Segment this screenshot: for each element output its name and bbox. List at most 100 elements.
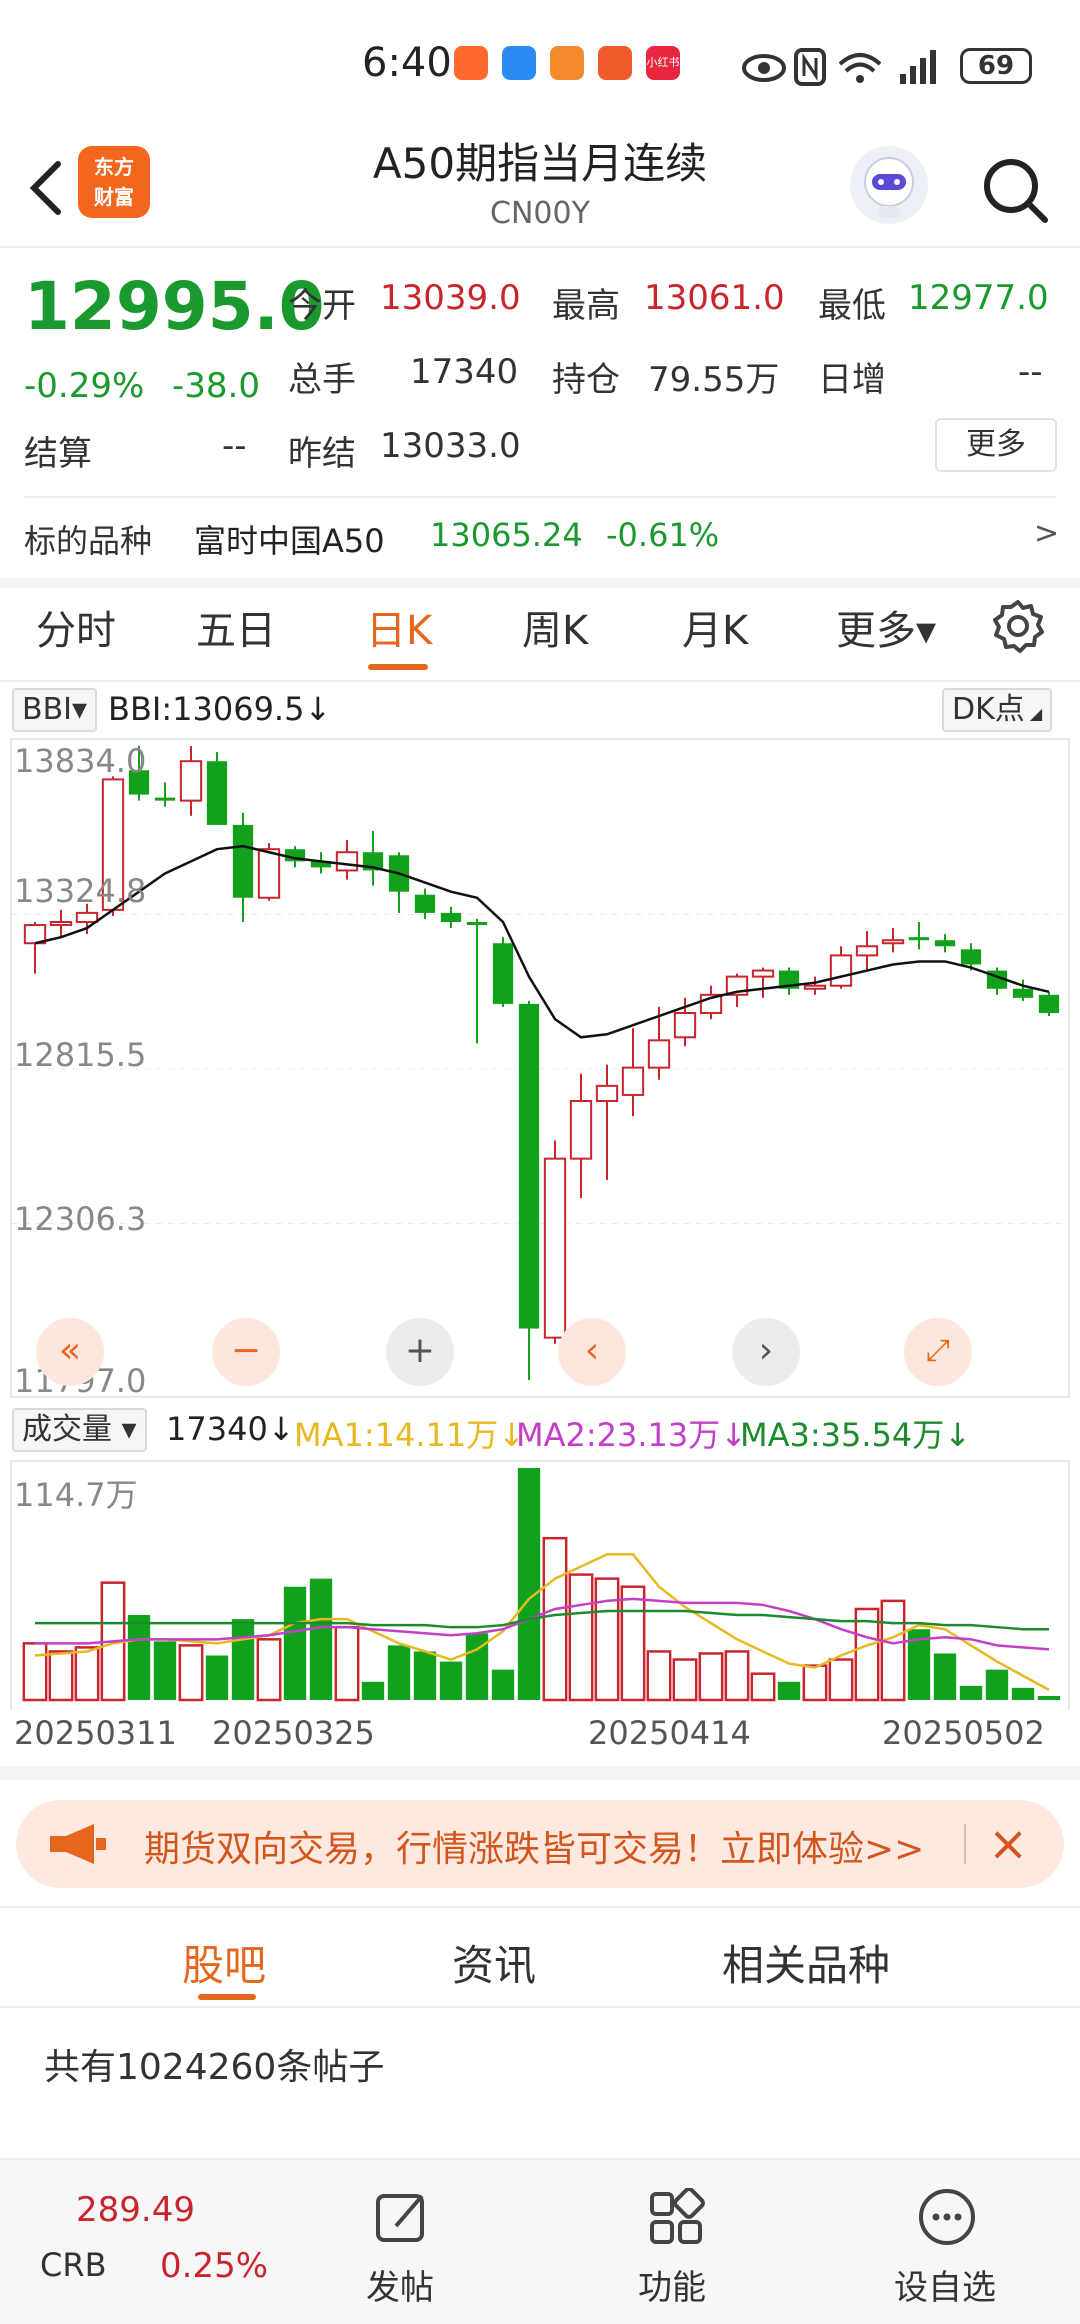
candle [621, 1028, 645, 1117]
candle [778, 967, 800, 995]
volume-bar [959, 1685, 983, 1700]
candle [154, 782, 176, 807]
volume-bar [334, 1625, 360, 1702]
volume-chart[interactable] [10, 1460, 1070, 1710]
tab-related[interactable]: 相关品种 [722, 1932, 890, 1993]
app-icon-4 [598, 46, 632, 80]
volume-bar [802, 1664, 828, 1702]
candle [543, 1140, 567, 1344]
tab-daily-k[interactable]: 日K [366, 598, 432, 656]
nav-functions[interactable]: 功能 [610, 2160, 740, 2324]
ma2-value: MA2:23.13万↓ [516, 1416, 748, 1454]
volume-bar [309, 1578, 333, 1700]
nav-post[interactable]: 发帖 [340, 2160, 470, 2324]
promo-banner[interactable]: 期货双向交易，行情涨跌皆可交易！立即体验>> × [16, 1800, 1064, 1888]
volume-bar [491, 1669, 515, 1700]
megaphone-icon [50, 1824, 106, 1864]
volume-bar [880, 1599, 906, 1702]
bbi-value: BBI:13069.5↓ [108, 690, 332, 728]
tab-weekly-k[interactable]: 周K [522, 598, 588, 656]
tab-monthly-k[interactable]: 月K [682, 598, 748, 656]
nav-add-watchlist-label: 设自选 [894, 2268, 996, 2308]
y-tick-label: 13834.0 [14, 742, 147, 780]
fullscreen-icon[interactable]: ⤢ [904, 1318, 972, 1386]
gear-icon[interactable] [990, 598, 1046, 654]
assistant-robot-icon[interactable] [850, 146, 928, 224]
volume-bar [1037, 1695, 1061, 1700]
tab-more[interactable]: 更多▾ [836, 598, 936, 656]
x-tick-label: 20250325 [212, 1714, 375, 1752]
nav-add-watchlist[interactable]: 设自选 [880, 2160, 1030, 2324]
volume-bar [985, 1669, 1009, 1700]
crb-label: CRB [40, 2246, 107, 2284]
tab-intraday[interactable]: 分时 [36, 598, 116, 656]
volume-bar [542, 1536, 568, 1702]
candle [1038, 991, 1060, 1017]
candle [986, 967, 1008, 995]
underlying-change: -0.61% [606, 516, 720, 554]
candle [881, 928, 905, 953]
volume-bar [672, 1658, 698, 1702]
promo-text: 期货双向交易，行情涨跌皆可交易！立即体验>> [144, 1829, 925, 1870]
volume-bar [777, 1681, 801, 1700]
volume-bar [256, 1638, 282, 1702]
indicator-selector[interactable]: BBI▾ [12, 688, 98, 732]
candle [388, 852, 410, 913]
candle [595, 1064, 619, 1180]
volume-plot [22, 1468, 1061, 1702]
zoom-in-button[interactable]: + [386, 1318, 454, 1386]
volume-bar [413, 1651, 437, 1700]
more-button[interactable]: 更多 [935, 418, 1057, 472]
kline-chart[interactable] [10, 738, 1070, 1398]
settlement-value: -- [222, 426, 247, 466]
volume-bar [439, 1661, 463, 1700]
underlying-row[interactable]: 标的品种 富时中国A50 13065.24 -0.61% > [0, 500, 1080, 580]
candle [466, 918, 488, 1044]
chevron-right-icon: > [1034, 516, 1060, 551]
volume-bar [387, 1645, 411, 1700]
candle [440, 906, 462, 929]
candle [934, 934, 956, 953]
low-label: 最低 [818, 286, 886, 326]
candle [803, 976, 827, 995]
section-gap [0, 578, 1080, 588]
volume-current: 17340↓ [166, 1410, 295, 1448]
divider [0, 680, 1080, 682]
shield-icon [502, 46, 536, 80]
app-icon-5: 小红书 [646, 46, 680, 80]
nfc-icon [794, 48, 826, 86]
volume-label: 总手 [288, 360, 356, 400]
volume-bar [178, 1644, 204, 1702]
post-count: 共有1024260条帖子 [44, 2047, 385, 2088]
candle [829, 946, 853, 989]
tab-five-day[interactable]: 五日 [196, 598, 276, 656]
scroll-right-button[interactable]: › [732, 1318, 800, 1386]
dk-point-button[interactable]: DK点 ◢ [942, 688, 1053, 732]
back-icon[interactable] [22, 158, 72, 218]
candle [179, 746, 203, 816]
y-tick-label: 12306.3 [14, 1200, 147, 1238]
scroll-left-fast-button[interactable]: « [36, 1318, 104, 1386]
section-gap [0, 1766, 1080, 1780]
close-icon[interactable]: × [988, 1816, 1028, 1872]
volume-bar [231, 1619, 255, 1700]
volume-value: 17340 [410, 352, 519, 392]
crb-value: 289.49 [76, 2190, 195, 2230]
volume-bar [698, 1652, 724, 1702]
volume-indicator-selector[interactable]: 成交量 ▾ [12, 1408, 147, 1452]
zoom-out-button[interactable]: − [212, 1318, 280, 1386]
underlying-value: 13065.24 [430, 516, 583, 554]
tab-guba[interactable]: 股吧 [182, 1932, 266, 1993]
candle [232, 812, 254, 923]
search-icon[interactable] [975, 150, 1055, 230]
ma3-value: MA3:35.54万↓ [740, 1416, 972, 1454]
crb-ticker[interactable]: 289.49 CRB 0.25% [0, 2160, 300, 2324]
grid-icon [650, 2188, 705, 2244]
scroll-left-button[interactable]: ‹ [558, 1318, 626, 1386]
change-percent: -0.29% [24, 366, 145, 406]
ma1-value: MA1:14.11万↓ [294, 1416, 526, 1454]
candle [49, 909, 73, 938]
volume-bar [568, 1573, 594, 1702]
status-bar: 6:40 小红书 69 [0, 0, 1080, 130]
tab-news[interactable]: 资讯 [452, 1932, 536, 1993]
